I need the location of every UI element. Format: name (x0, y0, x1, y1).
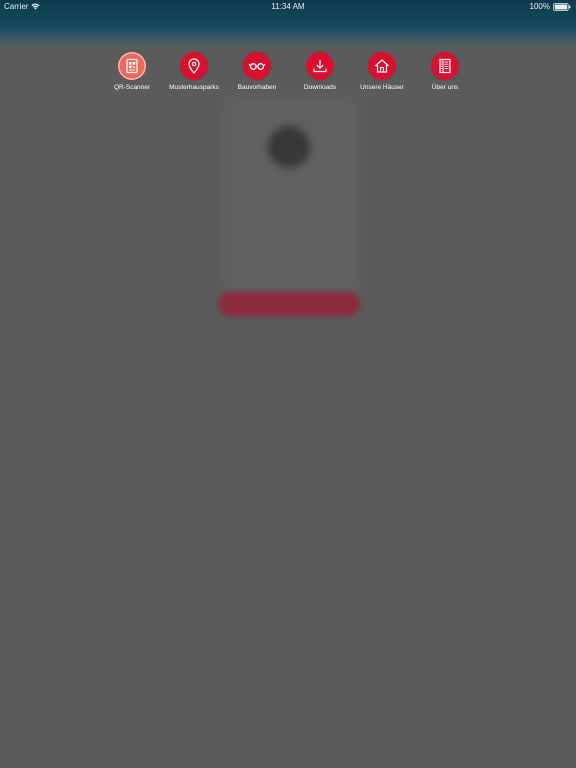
background-avatar (268, 126, 310, 168)
status-bar: Carrier 11:34 AM 100% (0, 0, 576, 12)
menu-label-downloads: Downloads (303, 84, 337, 91)
download-icon (313, 60, 327, 73)
menu-item-downloads[interactable]: Downloads (288, 52, 352, 94)
menu-item-ueber-uns[interactable]: Über uns (413, 52, 477, 94)
menu-label-musterhausparks: Musterhausparks (169, 84, 219, 91)
downloads-button[interactable] (306, 52, 334, 80)
battery-indicator: 100% (530, 2, 571, 11)
document-list-icon (439, 58, 451, 74)
menu-label-unsere-haeuser: Unsere Häuser (360, 84, 404, 91)
house-icon (375, 59, 389, 73)
location-pin-icon (188, 58, 200, 74)
battery-icon (553, 2, 571, 11)
qr-scanner-button[interactable] (118, 52, 146, 80)
qr-scanner-icon (126, 58, 138, 74)
menu-label-qr-scanner: QR-Scanner (113, 84, 151, 91)
unsere-haeuser-button[interactable] (368, 52, 396, 80)
musterhausparks-button[interactable] (180, 52, 208, 80)
menu-item-unsere-haeuser[interactable]: Unsere Häuser (350, 52, 414, 94)
battery-percentage: 100% (529, 2, 550, 11)
background-button (218, 292, 360, 316)
menu-item-bauvorhaben[interactable]: Bauvorhaben (225, 52, 289, 94)
menu-label-bauvorhaben: Bauvorhaben (237, 84, 277, 91)
menu-item-qr-scanner[interactable]: QR-Scanner (100, 52, 164, 94)
status-time: 11:34 AM (271, 2, 305, 11)
bauvorhaben-button[interactable] (243, 52, 271, 80)
quick-menu: QR-Scanner Musterhausparks Bauvorhaben D… (108, 52, 476, 96)
menu-label-ueber-uns: Über uns (431, 84, 459, 91)
menu-item-musterhausparks[interactable]: Musterhausparks (162, 52, 226, 94)
ueber-uns-button[interactable] (431, 52, 459, 80)
glasses-icon (248, 63, 266, 70)
